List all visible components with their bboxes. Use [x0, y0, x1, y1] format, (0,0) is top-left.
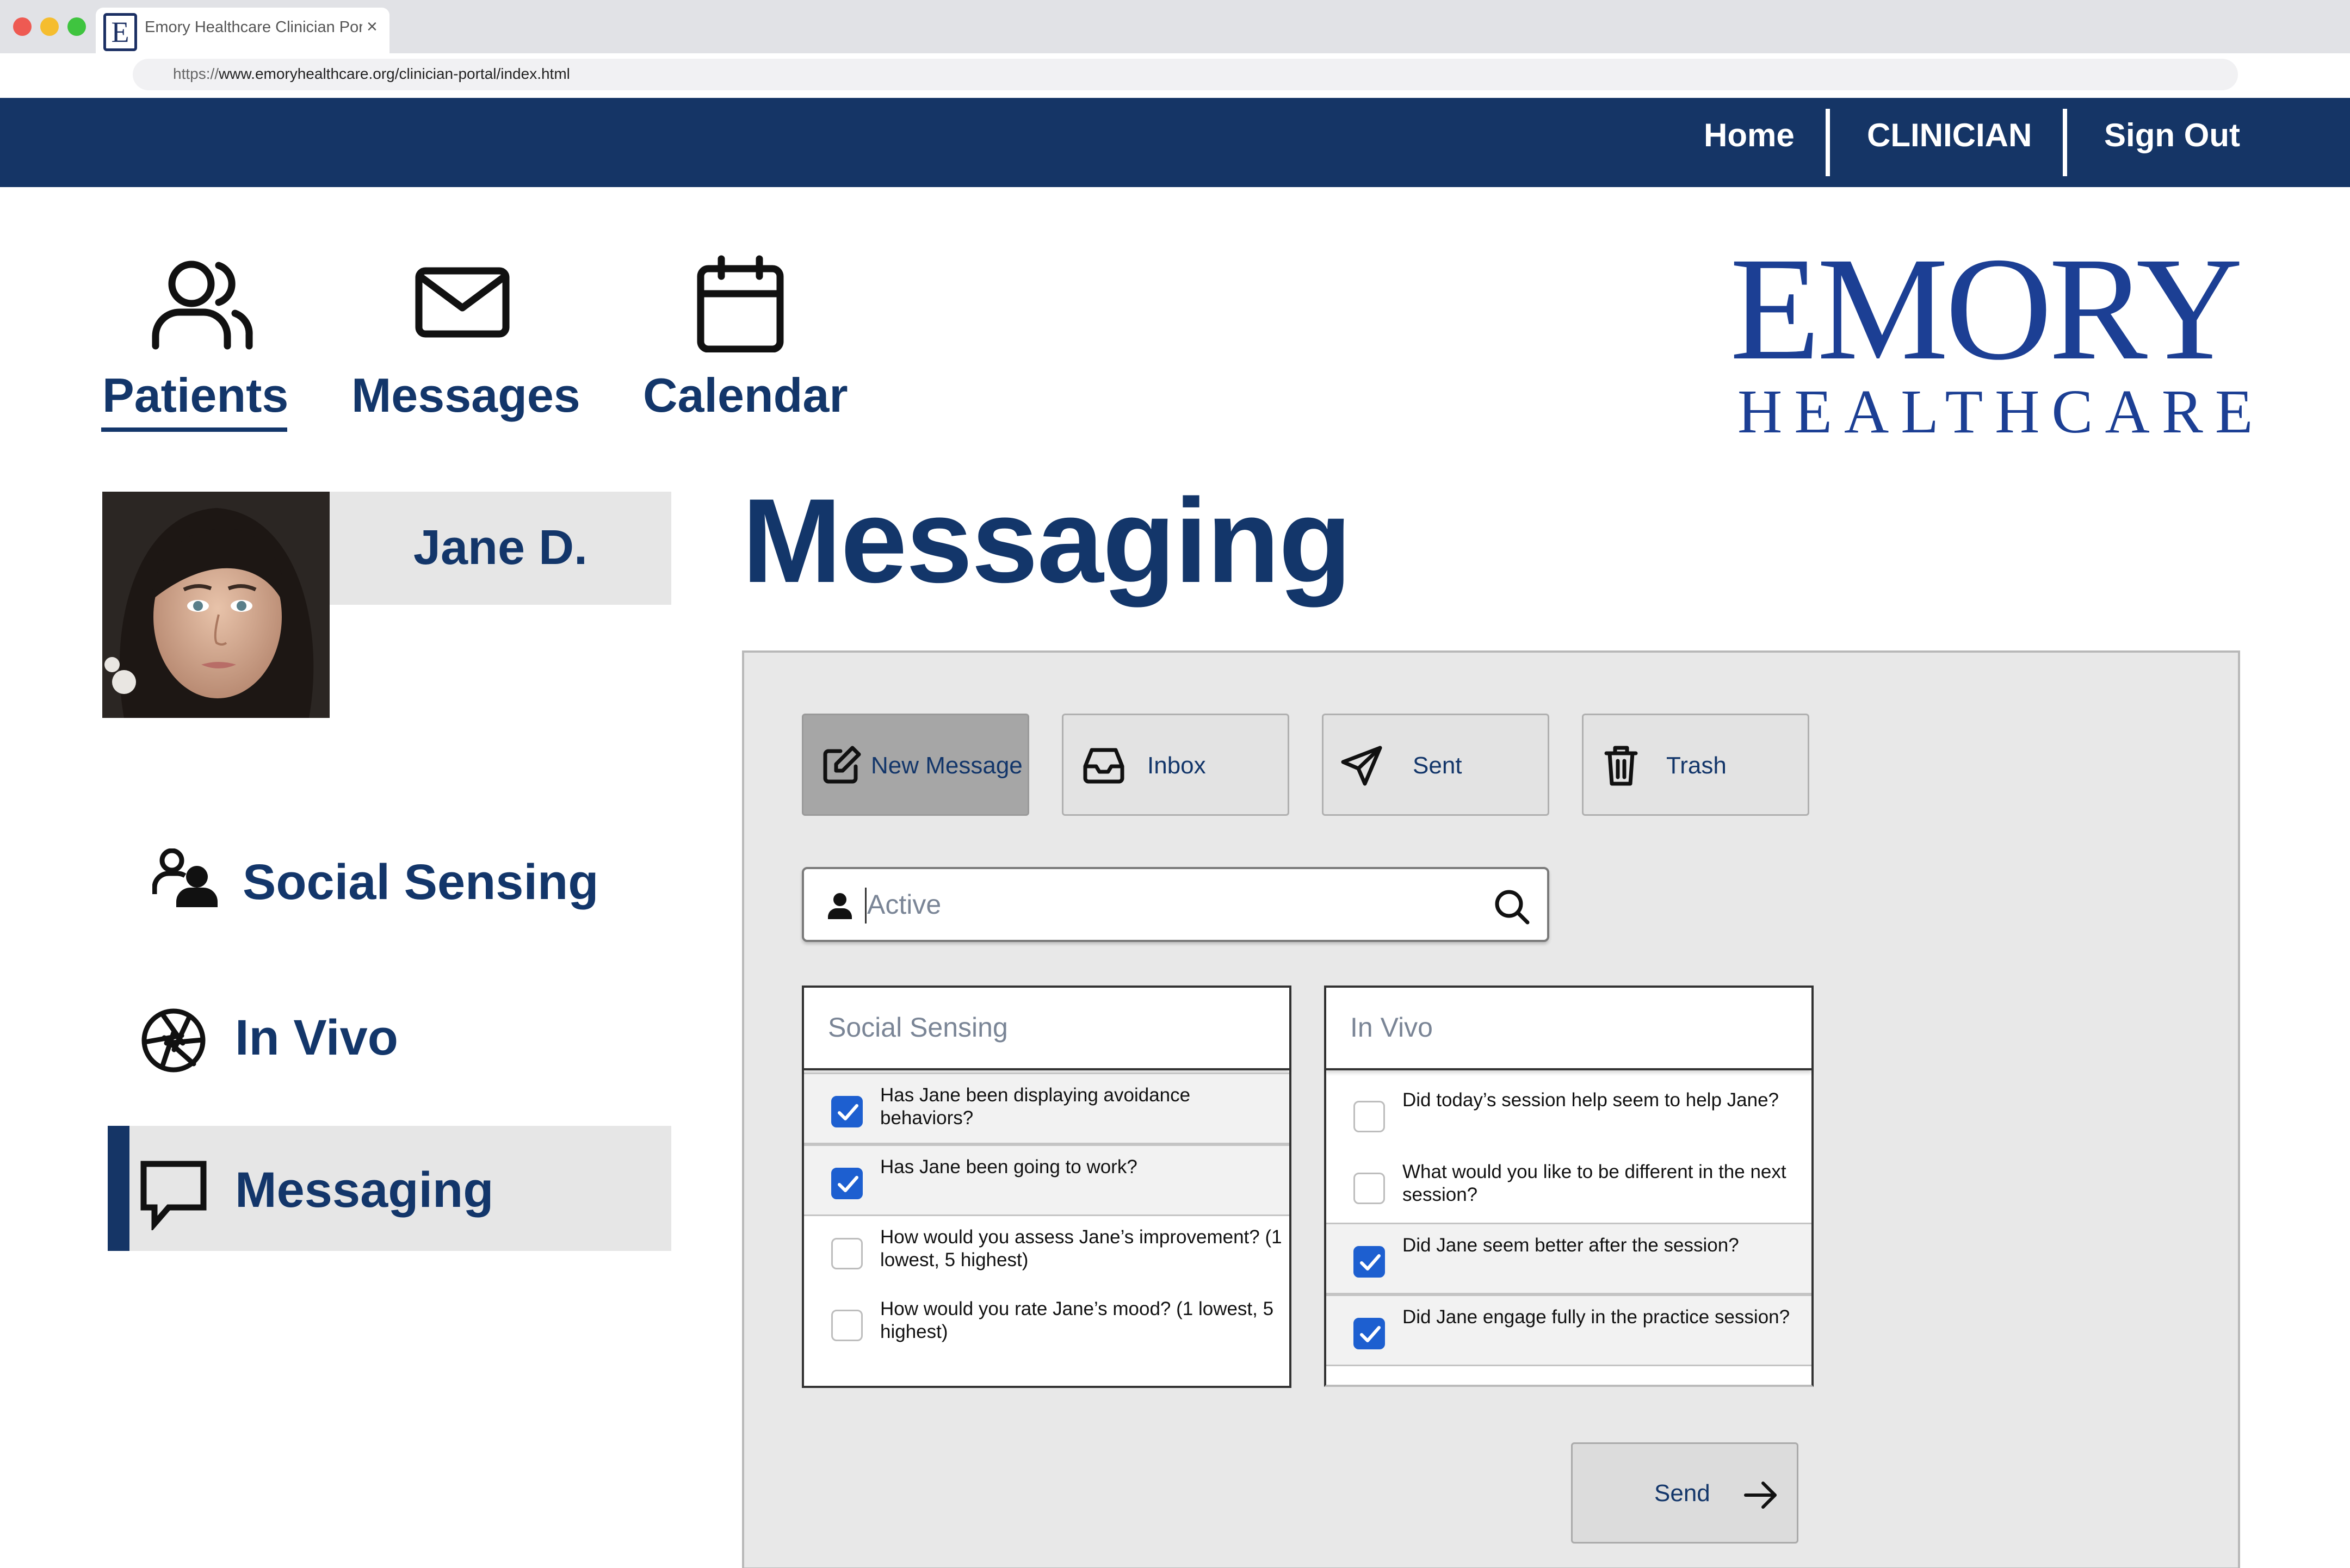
page-title: Messaging	[742, 474, 1352, 608]
logo-emory: EMORY	[1730, 227, 2243, 391]
patients-icon[interactable]	[148, 256, 257, 356]
new-message-button[interactable]: New Message	[802, 714, 1029, 816]
send-button[interactable]: Send	[1571, 1442, 1798, 1544]
text-caret	[865, 888, 867, 924]
clinician-link[interactable]: CLINICIAN	[1867, 116, 2032, 154]
list-item[interactable]: Has Jane been displaying avoidance behav…	[804, 1073, 1289, 1144]
question-text: Did Jane seem better after the session?	[1402, 1235, 1739, 1256]
in-vivo-header-label: In Vivo	[1350, 1012, 1433, 1043]
url-path: www.emoryhealthcare.org/clinician-portal…	[219, 65, 570, 82]
window-zoom-dot[interactable]	[67, 17, 86, 36]
patient-avatar	[102, 492, 330, 718]
active-indicator	[108, 1126, 129, 1251]
sent-button[interactable]: Sent	[1322, 714, 1549, 816]
question-text: How would you assess Jane’s improvement?…	[880, 1226, 1282, 1270]
edit-icon	[822, 745, 862, 788]
window-minimize-dot[interactable]	[40, 17, 59, 36]
active-tab-underline	[101, 427, 287, 432]
patient-name: Jane D.	[413, 520, 588, 575]
aperture-icon[interactable]	[140, 1007, 207, 1076]
question-text: Did Jane engage fully in the practice se…	[1402, 1306, 1790, 1328]
calendar-icon[interactable]	[694, 255, 787, 355]
url-text[interactable]: https://www.emoryhealthcare.org/clinicia…	[173, 65, 570, 83]
checkbox[interactable]	[831, 1096, 863, 1127]
sidebar-item-social-sensing[interactable]: Social Sensing	[243, 854, 598, 911]
list-item[interactable]: Did Jane seem better after the session?	[1326, 1223, 1811, 1294]
list-item[interactable]: Has Jane been going to work?	[804, 1144, 1289, 1216]
sent-label: Sent	[1413, 752, 1462, 779]
in-vivo-header: In Vivo	[1326, 988, 1811, 1070]
question-text: Has Jane been going to work?	[880, 1156, 1137, 1177]
inbox-icon	[1082, 745, 1125, 788]
trash-label: Trash	[1666, 752, 1727, 779]
send-label: Send	[1654, 1480, 1710, 1507]
question-text: Has Jane been displaying avoidance behav…	[880, 1084, 1191, 1129]
list-item[interactable]: Did Jane engage fully in the practice se…	[1326, 1294, 1811, 1366]
list-item[interactable]: How would you assess Jane’s improvement?…	[804, 1216, 1289, 1288]
social-sensing-icon[interactable]	[152, 848, 220, 911]
social-sensing-questions: Social Sensing Has Jane been displaying …	[802, 986, 1291, 1388]
sidebar-item-messaging[interactable]: Messaging	[235, 1162, 493, 1219]
inbox-label: Inbox	[1147, 752, 1206, 779]
in-vivo-questions: In Vivo Did today’s session help seem to…	[1324, 986, 1814, 1387]
social-sensing-header-label: Social Sensing	[828, 1012, 1008, 1043]
question-text: Did today’s session help seem to help Ja…	[1402, 1089, 1779, 1111]
checkbox[interactable]	[1353, 1246, 1385, 1278]
envelope-icon[interactable]	[413, 256, 511, 345]
tab-calendar[interactable]: Calendar	[643, 368, 848, 423]
inbox-button[interactable]: Inbox	[1062, 714, 1289, 816]
checkmark-icon	[1360, 1326, 1381, 1342]
new-message-label: New Message	[871, 752, 1023, 779]
person-icon	[827, 892, 853, 923]
list-item[interactable]: What would you like to be different in t…	[1326, 1151, 1811, 1223]
tab-patients[interactable]: Patients	[102, 368, 288, 423]
search-input[interactable]	[867, 885, 1444, 924]
recipient-search[interactable]	[802, 867, 1549, 942]
chat-bubble-icon[interactable]	[139, 1160, 208, 1233]
trash-icon	[1604, 745, 1638, 790]
url-protocol: https://	[173, 65, 219, 82]
sign-out-link[interactable]: Sign Out	[2104, 116, 2240, 154]
checkmark-icon	[838, 1104, 858, 1120]
tab-title: Emory Healthcare Clinician Por	[145, 18, 362, 36]
question-text: How would you rate Jane’s mood? (1 lowes…	[880, 1298, 1274, 1342]
home-link[interactable]: Home	[1704, 116, 1795, 154]
tab-close-icon[interactable]: ×	[367, 16, 378, 38]
arrow-right-icon	[1743, 1480, 1778, 1513]
trash-button[interactable]: Trash	[1582, 714, 1809, 816]
nav-divider	[1826, 109, 1830, 176]
send-plane-icon	[1340, 745, 1383, 790]
checkmark-icon	[838, 1176, 858, 1192]
question-text: What would you like to be different in t…	[1402, 1161, 1786, 1205]
checkbox[interactable]	[831, 1238, 863, 1269]
favicon-icon: E	[103, 13, 137, 51]
tab-messages[interactable]: Messages	[351, 368, 580, 423]
checkbox[interactable]	[831, 1168, 863, 1199]
checkbox[interactable]	[1353, 1173, 1385, 1204]
checkbox[interactable]	[1353, 1101, 1385, 1132]
logo-healthcare: HEALTHCARE	[1737, 377, 2265, 446]
search-icon[interactable]	[1493, 888, 1531, 928]
nav-divider	[2063, 109, 2067, 176]
sidebar-item-in-vivo[interactable]: In Vivo	[235, 1009, 398, 1067]
list-item[interactable]: Did today’s session help seem to help Ja…	[1326, 1079, 1811, 1151]
checkbox[interactable]	[831, 1310, 863, 1341]
checkmark-icon	[1360, 1254, 1381, 1270]
window-close-dot[interactable]	[13, 17, 32, 36]
social-sensing-header: Social Sensing	[804, 988, 1289, 1070]
checkbox[interactable]	[1353, 1318, 1385, 1349]
list-item[interactable]: How would you rate Jane’s mood? (1 lowes…	[804, 1288, 1289, 1360]
